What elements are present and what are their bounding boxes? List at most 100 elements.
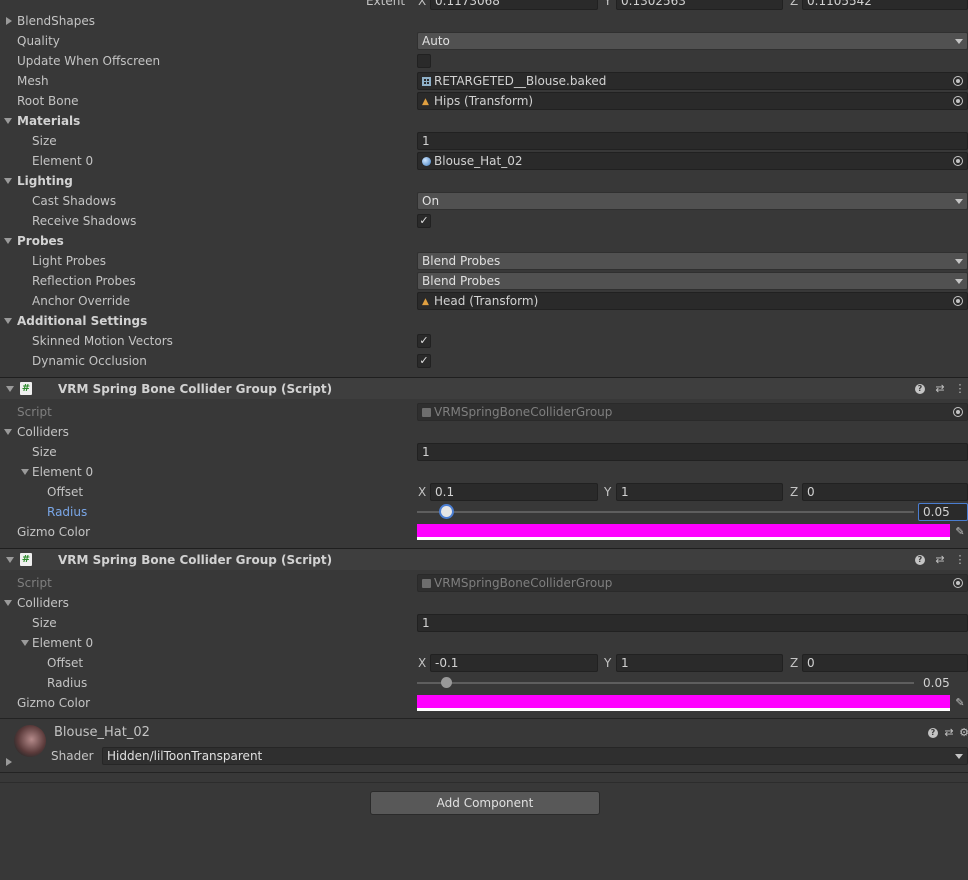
c1-offset-row: Offset X 0.1 Y 1 Z 0 [0, 482, 968, 502]
c1-radius-field[interactable]: 0.05 [918, 503, 968, 521]
shader-row: Shader Hidden/lilToonTransparent [0, 746, 968, 766]
c1-offset-z-axis: Z [790, 485, 799, 499]
colliders-foldout-icon[interactable] [4, 600, 12, 606]
element-foldout-icon[interactable] [21, 640, 29, 646]
collider-group-2-header[interactable]: # VRM Spring Bone Collider Group (Script… [0, 548, 968, 570]
c2-size-row: Size 1 [0, 613, 968, 633]
component-title: VRM Spring Bone Collider Group (Script) [58, 382, 333, 396]
component-foldout-icon[interactable] [6, 386, 14, 392]
collider-group-1-header[interactable]: # VRM Spring Bone Collider Group (Script… [0, 377, 968, 399]
c1-script-label: Script [17, 405, 52, 419]
c1-size-field[interactable]: 1 [417, 443, 968, 461]
light-probes-value: Blend Probes [422, 254, 501, 268]
material-icon [422, 157, 431, 166]
lighting-row[interactable]: Lighting [0, 171, 968, 191]
c2-offset-x-field[interactable]: -0.1 [430, 654, 598, 672]
more-menu-icon[interactable]: ⋮ [953, 382, 967, 396]
c2-offset-y-field[interactable]: 1 [616, 654, 783, 672]
element0-object-field[interactable]: Blouse_Hat_02 [417, 152, 968, 170]
lighting-label: Lighting [17, 174, 73, 188]
c2-size-field[interactable]: 1 [417, 614, 968, 632]
presets-icon[interactable]: ⇄ [933, 382, 947, 396]
c2-offset-x-axis: X [418, 656, 427, 670]
c1-offset-y-field[interactable]: 1 [616, 483, 783, 501]
c1-colliders-row[interactable]: Colliders [0, 422, 968, 442]
materials-foldout-icon[interactable] [4, 118, 12, 124]
shader-dropdown[interactable]: Hidden/lilToonTransparent [102, 747, 968, 765]
material-foldout-icon[interactable] [6, 758, 12, 766]
section-divider [0, 718, 968, 719]
chevron-down-icon [955, 279, 963, 284]
component-foldout-icon[interactable] [6, 557, 14, 563]
help-icon[interactable]: ? [913, 553, 927, 567]
element-foldout-icon[interactable] [21, 469, 29, 475]
extent-y-field[interactable]: 0.1302563 [616, 0, 783, 10]
object-picker-icon[interactable] [949, 93, 967, 109]
c1-offset-z-field[interactable]: 0 [802, 483, 968, 501]
materials-size-field[interactable]: 1 [417, 132, 968, 150]
additional-foldout-icon[interactable] [4, 318, 12, 324]
c1-gizmo-color-swatch[interactable] [417, 524, 950, 540]
chevron-down-icon [955, 39, 963, 44]
eyedropper-icon[interactable]: ✎ [952, 524, 968, 540]
c2-radius-slider-knob[interactable] [441, 677, 453, 688]
c2-gizmo-color-swatch[interactable] [417, 695, 950, 711]
update-offscreen-row: Update When Offscreen [0, 51, 968, 71]
add-component-button[interactable]: Add Component [370, 791, 600, 815]
cast-shadows-row: Cast Shadows On [0, 191, 968, 211]
shader-value: Hidden/lilToonTransparent [107, 749, 263, 763]
quality-dropdown[interactable]: Auto [417, 32, 968, 50]
gear-icon[interactable]: ⚙ [957, 726, 968, 740]
c2-radius-slider-track[interactable] [417, 682, 914, 684]
blendshapes-foldout-icon[interactable] [6, 17, 12, 25]
cast-shadows-dropdown[interactable]: On [417, 192, 968, 210]
c2-colliders-row[interactable]: Colliders [0, 593, 968, 613]
object-picker-icon[interactable] [949, 293, 967, 309]
probes-row[interactable]: Probes [0, 231, 968, 251]
object-picker-icon[interactable] [949, 153, 967, 169]
c1-offset-x-axis: X [418, 485, 427, 499]
c2-script-label: Script [17, 576, 52, 590]
materials-element0-row: Element 0 Blouse_Hat_02 [0, 151, 968, 171]
anchor-override-object-field[interactable]: Head (Transform) [417, 292, 968, 310]
chevron-down-icon [955, 259, 963, 264]
skinned-motion-checkbox[interactable]: ✓ [417, 334, 431, 348]
help-icon[interactable]: ? [926, 726, 940, 740]
colliders-foldout-icon[interactable] [4, 429, 12, 435]
more-menu-icon[interactable]: ⋮ [953, 553, 967, 567]
c1-offset-label: Offset [47, 485, 84, 499]
c1-radius-slider-track[interactable] [417, 511, 914, 513]
probes-foldout-icon[interactable] [4, 238, 12, 244]
script-file-icon [422, 408, 431, 417]
help-icon[interactable]: ? [913, 382, 927, 396]
root-bone-value: Hips (Transform) [434, 94, 534, 108]
c2-element-row[interactable]: Element 0 [0, 633, 968, 653]
presets-icon[interactable]: ⇄ [933, 553, 947, 567]
c2-offset-z-field[interactable]: 0 [802, 654, 968, 672]
root-bone-object-field[interactable]: Hips (Transform) [417, 92, 968, 110]
update-offscreen-checkbox[interactable] [417, 54, 431, 68]
extent-z-field[interactable]: 0.1105542 [802, 0, 968, 10]
section-divider [0, 772, 968, 773]
c1-element-row[interactable]: Element 0 [0, 462, 968, 482]
mesh-object-field[interactable]: RETARGETED__Blouse.baked [417, 72, 968, 90]
blendshapes-label: BlendShapes [17, 14, 95, 28]
materials-row[interactable]: Materials [0, 111, 968, 131]
additional-settings-row[interactable]: Additional Settings [0, 311, 968, 331]
dynamic-occlusion-checkbox[interactable]: ✓ [417, 354, 431, 368]
c1-offset-x-field[interactable]: 0.1 [430, 483, 598, 501]
c1-radius-slider-knob[interactable] [441, 506, 453, 517]
object-picker-icon [949, 575, 967, 591]
materials-size-row: Size 1 [0, 131, 968, 151]
light-probes-dropdown[interactable]: Blend Probes [417, 252, 968, 270]
presets-icon[interactable]: ⇄ [942, 726, 956, 740]
blendshapes-row[interactable]: BlendShapes [0, 11, 968, 31]
extent-x-field[interactable]: 0.1173068 [430, 0, 598, 10]
c2-radius-field[interactable]: 0.05 [918, 674, 968, 692]
eyedropper-icon[interactable]: ✎ [952, 695, 968, 711]
object-picker-icon[interactable] [949, 73, 967, 89]
receive-shadows-checkbox[interactable]: ✓ [417, 214, 431, 228]
c1-radius-row: Radius 0.05 [0, 502, 968, 522]
reflection-probes-dropdown[interactable]: Blend Probes [417, 272, 968, 290]
lighting-foldout-icon[interactable] [4, 178, 12, 184]
